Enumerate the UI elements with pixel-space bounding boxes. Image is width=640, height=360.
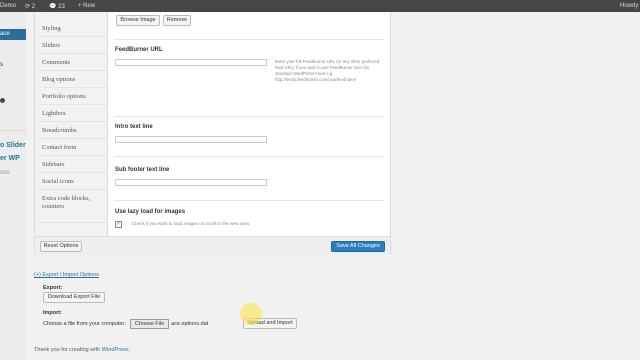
download-export-file-button[interactable]: Download Export File	[43, 292, 105, 303]
section-divider	[114, 39, 384, 40]
feedburner-help-text: Enter your full FeedBurner URL (or any o…	[275, 59, 380, 82]
section-divider	[114, 200, 384, 201]
comment-icon: 💬	[49, 4, 57, 10]
updates-indicator[interactable]: ⟳ 2	[25, 3, 35, 10]
section-divider	[114, 156, 384, 157]
menu-item-options[interactable]: ons	[0, 170, 10, 176]
admin-bar: Demo ⟳ 2 💬 23 + New Howdy	[0, 0, 640, 12]
subfooter-text-input[interactable]	[115, 179, 267, 186]
refresh-icon: ⟳	[25, 4, 31, 10]
new-content-link[interactable]: + New	[78, 3, 95, 9]
admin-left-menu: ace s 1 o Slider er WP ons	[0, 12, 26, 360]
tab-styling[interactable]: Styling	[37, 21, 107, 37]
options-footer-bar: Reset Options Save All Changes	[35, 236, 390, 255]
tab-comments[interactable]: Comments	[37, 55, 107, 71]
import-heading: Import:	[43, 310, 62, 316]
lazy-load-help-text: Check if you want to load images on scro…	[132, 221, 250, 226]
tab-lightbox[interactable]: Lightbox	[37, 106, 107, 122]
feedburner-label: FeedBurner URL	[115, 47, 163, 53]
export-import-toggle[interactable]: (+) Export / Import Options	[34, 272, 99, 278]
options-content: Browse Image Remove FeedBurner URL Enter…	[108, 12, 390, 236]
wordpress-link[interactable]: WordPress	[102, 347, 129, 353]
tab-extra-code-blocks[interactable]: Extra code blocks, counters	[37, 191, 107, 223]
subfooter-text-label: Sub footer text line	[115, 167, 170, 173]
tab-social-icons[interactable]: Social icons	[37, 174, 107, 190]
menu-separator	[0, 130, 26, 131]
menu-item-slider[interactable]: o Slider	[0, 142, 26, 149]
intro-text-input[interactable]	[115, 136, 267, 143]
menu-item-wp[interactable]: er WP	[0, 155, 20, 162]
tab-contact-form[interactable]: Contact form	[37, 140, 107, 156]
reset-options-button[interactable]: Reset Options	[40, 241, 82, 252]
site-name-link[interactable]: Demo	[0, 3, 16, 9]
tab-portfolio-options[interactable]: Portfolio options	[37, 89, 107, 105]
feedburner-url-input[interactable]	[115, 59, 267, 66]
wp-footer-text: Thank you for creating with WordPress.	[34, 347, 131, 353]
comments-indicator[interactable]: 💬 23	[49, 3, 65, 10]
choose-file-button[interactable]: Choose File	[130, 319, 169, 329]
save-all-changes-button[interactable]: Save All Changes	[331, 241, 385, 252]
options-tab-list: Styling Sliders Comments Blog options Po…	[35, 12, 108, 236]
section-divider	[114, 116, 384, 117]
menu-item-label[interactable]: s	[0, 62, 3, 68]
count-badge: 1	[0, 98, 5, 103]
theme-options-panel: Styling Sliders Comments Blog options Po…	[34, 12, 391, 255]
selected-file-name: ace.options.dat	[171, 321, 209, 327]
lazy-load-label: Use lazy load for images	[115, 209, 186, 215]
mouse-cursor-highlight	[240, 303, 262, 325]
remove-button[interactable]: Remove	[163, 15, 191, 26]
choose-file-prompt: Choose a file from your computer:	[43, 321, 126, 327]
tab-sliders[interactable]: Sliders	[37, 38, 107, 54]
tab-breadcrumbs[interactable]: Breadcrumbs	[37, 123, 107, 139]
howdy-user-link[interactable]: Howdy	[620, 3, 638, 9]
menu-item-active[interactable]: ace	[0, 29, 26, 40]
tab-sidebars[interactable]: Sidebars	[37, 157, 107, 173]
export-heading: Export:	[43, 285, 63, 291]
tab-blog-options[interactable]: Blog options	[37, 72, 107, 88]
browse-image-button[interactable]: Browse Image	[116, 15, 160, 26]
lazy-load-checkbox[interactable]: ✓	[115, 221, 122, 228]
intro-text-label: Intro text line	[115, 124, 153, 130]
